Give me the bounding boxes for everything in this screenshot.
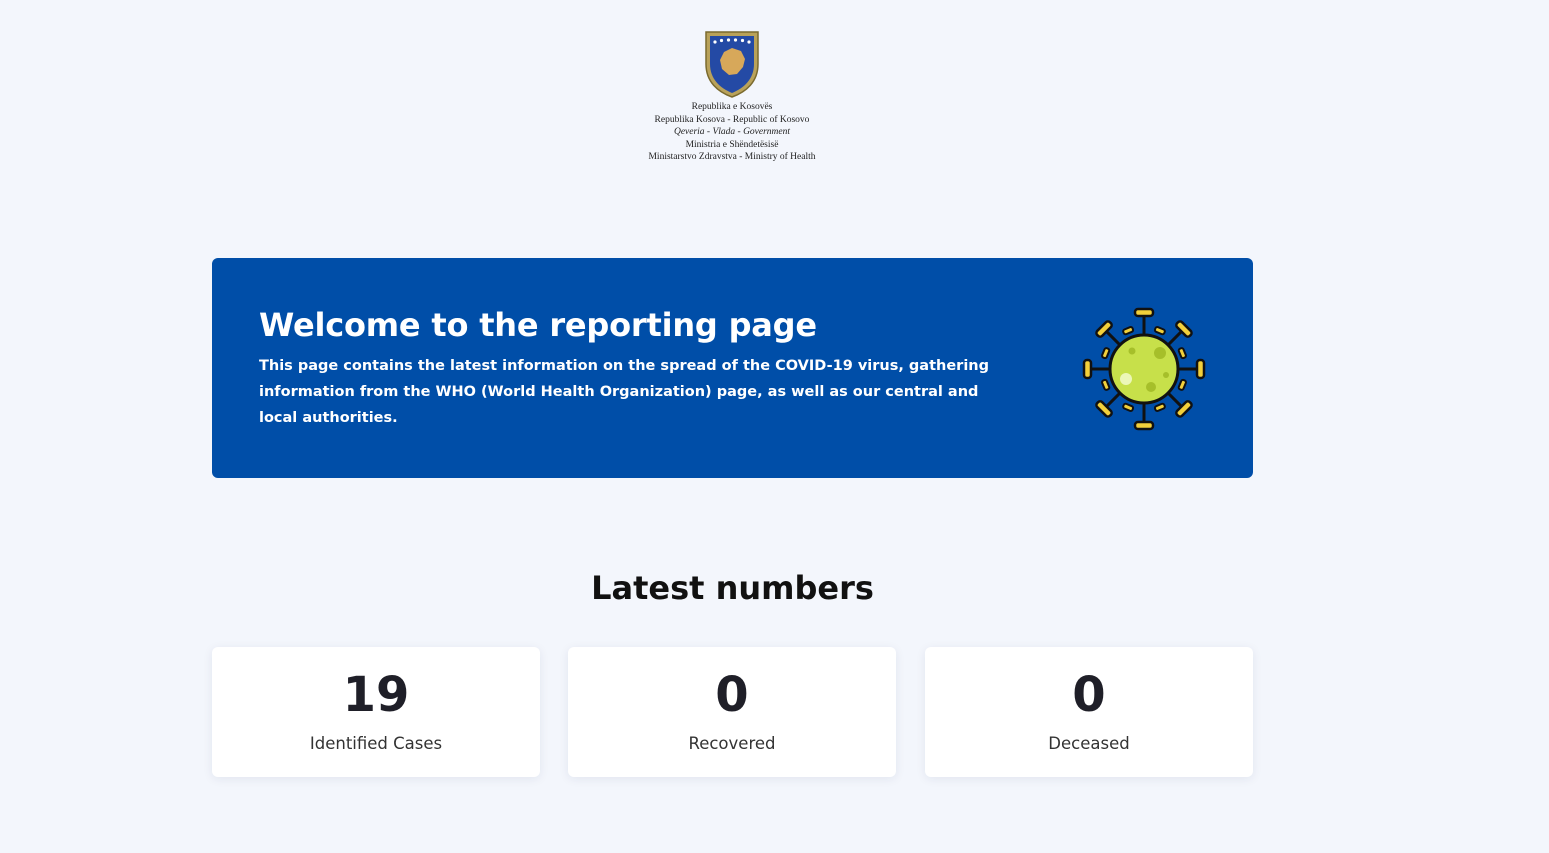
logo-line-5: Ministarstvo Zdravstva - Ministry of Hea… [648,152,816,163]
logo-line-4: Ministria e Shëndetësisë [685,139,779,150]
logo-line-2: Republika Kosova - Republic of Kosovo [654,114,810,125]
stat-label: Recovered [688,734,776,753]
logo-line-3: Qeveria - Vlada - Government [673,127,791,138]
latest-numbers-title: Latest numbers [591,569,874,607]
banner-title: Welcome to the reporting page [259,306,817,344]
kosovo-coat-of-arms-icon [705,31,759,98]
stat-label: Deceased [1048,734,1130,753]
stat-card-recovered: 0 Recovered [568,647,896,777]
banner-description: This page contains the latest informatio… [259,358,989,426]
virus-icon [1082,307,1206,431]
stat-value: 0 [715,667,749,723]
stats-row: 19 Identified Cases 0 Recovered 0 Deceas… [212,647,1253,777]
logo-line-1: Republika e Kosovës [691,102,773,112]
stat-label: Identified Cases [309,734,443,753]
ministry-logo: Republika e Kosovës Republika Kosova - R… [600,30,864,164]
stat-card-deceased: 0 Deceased [925,647,1253,777]
stat-card-identified-cases: 19 Identified Cases [212,647,540,777]
stat-value: 19 [342,667,410,723]
welcome-banner: Welcome to the reporting page This page … [212,258,1253,478]
stat-value: 0 [1072,667,1106,723]
